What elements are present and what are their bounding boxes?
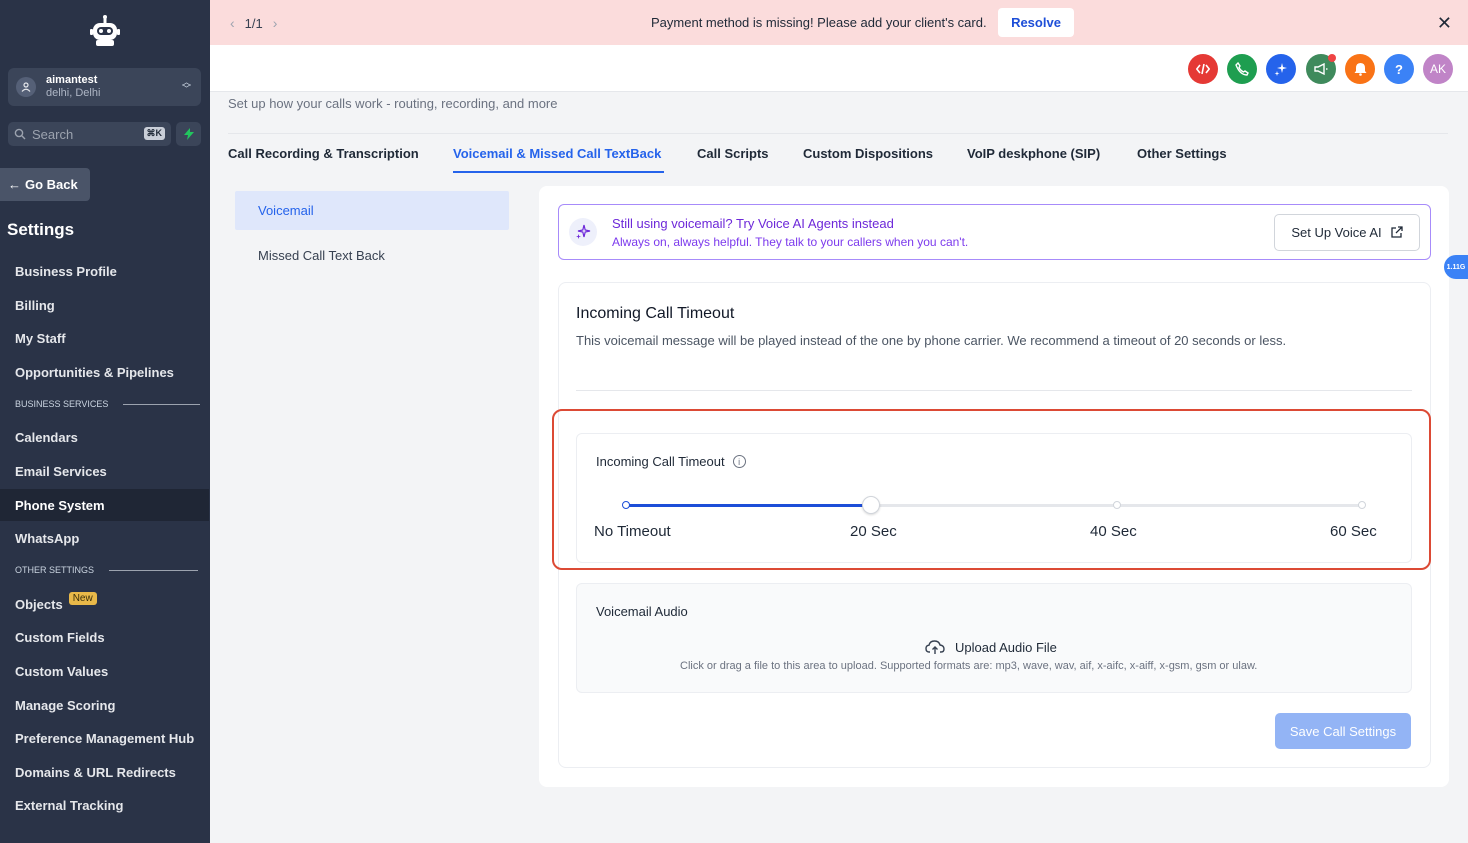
tab-call-recording[interactable]: Call Recording & Transcription [228, 146, 419, 161]
page-subtitle: Set up how your calls work - routing, re… [228, 96, 558, 111]
notification-dot [1328, 54, 1336, 62]
section-label: BUSINESS SERVICES [15, 399, 109, 409]
sidebar-item-preference-hub[interactable]: Preference Management Hub [0, 722, 209, 754]
banner-message: Payment method is missing! Please add yo… [651, 15, 987, 30]
pager-count: 1/1 [244, 15, 263, 31]
divider [228, 133, 1448, 134]
search-shortcut: ⌘K [143, 127, 165, 140]
sidebar-item-label: Manage Scoring [15, 697, 116, 713]
user-icon [16, 77, 36, 97]
code-icon[interactable] [1188, 54, 1218, 84]
save-call-settings-button[interactable]: Save Call Settings [1275, 713, 1411, 749]
sidebar-item-whatsapp[interactable]: WhatsApp [0, 522, 209, 554]
tab-custom-dispositions[interactable]: Custom Dispositions [803, 146, 933, 161]
sidebar-item-phone-system[interactable]: Phone System [0, 489, 209, 521]
sidebar-item-label: WhatsApp [15, 530, 80, 546]
bell-icon[interactable] [1345, 54, 1375, 84]
sparkle-icon [569, 218, 597, 246]
settings-heading: Settings [7, 220, 75, 239]
account-switcher[interactable]: aimantest delhi, Delhi ︿ ﹀ [8, 68, 201, 106]
tab-other-settings[interactable]: Other Settings [1137, 146, 1227, 161]
sidebar-item-label: Custom Fields [15, 629, 105, 645]
search-placeholder: Search [32, 126, 74, 142]
subnav-missed-call-text-back[interactable]: Missed Call Text Back [235, 236, 509, 275]
sidebar-item-domains[interactable]: Domains & URL Redirects [0, 756, 209, 788]
sidebar-item-email-services[interactable]: Email Services [0, 455, 209, 487]
chevron-left-icon[interactable]: ‹ [230, 15, 235, 31]
arrow-left-icon: ← [8, 177, 21, 192]
sidebar: aimantest delhi, Delhi ︿ ﹀ Search ⌘K ← Go… [0, 0, 210, 843]
upload-hint: Click or drag a file to this area to upl… [680, 660, 1258, 672]
external-link-icon [1391, 226, 1403, 238]
section-label: OTHER SETTINGS [15, 565, 95, 575]
help-icon[interactable]: ? [1384, 54, 1414, 84]
card-title: Incoming Call Timeout [576, 305, 735, 322]
sidebar-item-calendars[interactable]: Calendars [0, 421, 209, 453]
upload-dropzone[interactable] [576, 583, 1412, 693]
sidebar-item-custom-values[interactable]: Custom Values [0, 655, 209, 687]
phone-icon[interactable] [1227, 54, 1257, 84]
top-header: ? AK [210, 45, 1468, 92]
sidebar-item-label: External Tracking [15, 797, 124, 813]
section-business-services: BUSINESS SERVICES [15, 399, 201, 409]
sidebar-item-label: Phone System [15, 497, 105, 513]
sparkle-icon[interactable] [1266, 54, 1296, 84]
sidebar-item-business-profile[interactable]: Business Profile [0, 255, 209, 287]
new-badge: New [68, 591, 97, 605]
version-badge[interactable]: 1.11G [1444, 255, 1468, 279]
tab-call-scripts[interactable]: Call Scripts [697, 146, 769, 161]
search-icon [14, 128, 26, 140]
tab-voicemail[interactable]: Voicemail & Missed Call TextBack [453, 146, 661, 161]
avatar[interactable]: AK [1423, 54, 1453, 84]
promo-subtitle: Always on, always helpful. They talk to … [612, 235, 969, 249]
go-back-button[interactable]: ← Go Back [0, 168, 90, 201]
megaphone-icon[interactable] [1306, 54, 1336, 84]
sidebar-item-label: Billing [15, 297, 55, 313]
banner-pager: ‹ 1/1 › [230, 15, 277, 31]
resolve-button[interactable]: Resolve [998, 8, 1074, 37]
quick-action-button[interactable] [176, 122, 201, 146]
close-icon[interactable]: ✕ [1437, 13, 1452, 34]
sidebar-item-my-staff[interactable]: My Staff [0, 322, 209, 354]
sidebar-item-label: Business Profile [15, 263, 117, 279]
sidebar-item-custom-fields[interactable]: Custom Fields [0, 621, 209, 653]
upload-label: Upload Audio File [955, 639, 1057, 655]
tab-voip-deskphone[interactable]: VoIP deskphone (SIP) [967, 146, 1100, 161]
subnav-voicemail[interactable]: Voicemail [235, 191, 509, 230]
lightning-icon [183, 128, 194, 140]
sidebar-item-opportunities[interactable]: Opportunities & Pipelines [0, 356, 209, 388]
sidebar-item-label: My Staff [15, 330, 66, 346]
sidebar-item-objects[interactable]: Objects New [0, 588, 209, 620]
audio-title: Voicemail Audio [596, 604, 688, 619]
sidebar-item-label: Email Services [15, 463, 107, 479]
search-input[interactable]: Search ⌘K [8, 122, 171, 146]
active-tab-indicator [453, 171, 664, 173]
card-description: This voicemail message will be played in… [576, 333, 1287, 348]
sidebar-item-label: Custom Values [15, 663, 109, 679]
section-other-settings: OTHER SETTINGS [15, 565, 199, 575]
chevron-right-icon[interactable]: › [273, 15, 278, 31]
sidebar-item-label: Opportunities & Pipelines [15, 364, 174, 380]
sidebar-item-manage-scoring[interactable]: Manage Scoring [0, 689, 209, 721]
sidebar-item-label: Domains & URL Redirects [15, 764, 176, 780]
go-back-label: Go Back [25, 177, 78, 192]
highlight-box [552, 409, 1431, 570]
sidebar-item-external-tracking[interactable]: External Tracking [0, 789, 209, 821]
sidebar-item-label: Calendars [15, 429, 78, 445]
account-name: aimantest [46, 74, 98, 86]
promo-title: Still using voicemail? Try Voice AI Agen… [612, 216, 894, 231]
payment-banner: ‹ 1/1 › Payment method is missing! Pleas… [210, 0, 1468, 45]
set-up-voice-ai-button[interactable]: Set Up Voice AI [1274, 214, 1420, 251]
sidebar-item-label: Objects [15, 596, 63, 612]
voice-ai-promo: Still using voicemail? Try Voice AI Agen… [558, 204, 1431, 260]
robot-logo-icon[interactable] [88, 14, 122, 50]
cloud-upload-icon [925, 640, 945, 654]
upload-audio-link[interactable]: Upload Audio File [925, 639, 1057, 655]
button-label: Set Up Voice AI [1291, 225, 1382, 240]
divider [576, 390, 1412, 391]
sidebar-item-label: Preference Management Hub [15, 730, 195, 746]
sidebar-item-billing[interactable]: Billing [0, 289, 209, 321]
account-location: delhi, Delhi [46, 87, 101, 99]
chevron-updown-icon: ︿ ﹀ [181, 77, 191, 94]
